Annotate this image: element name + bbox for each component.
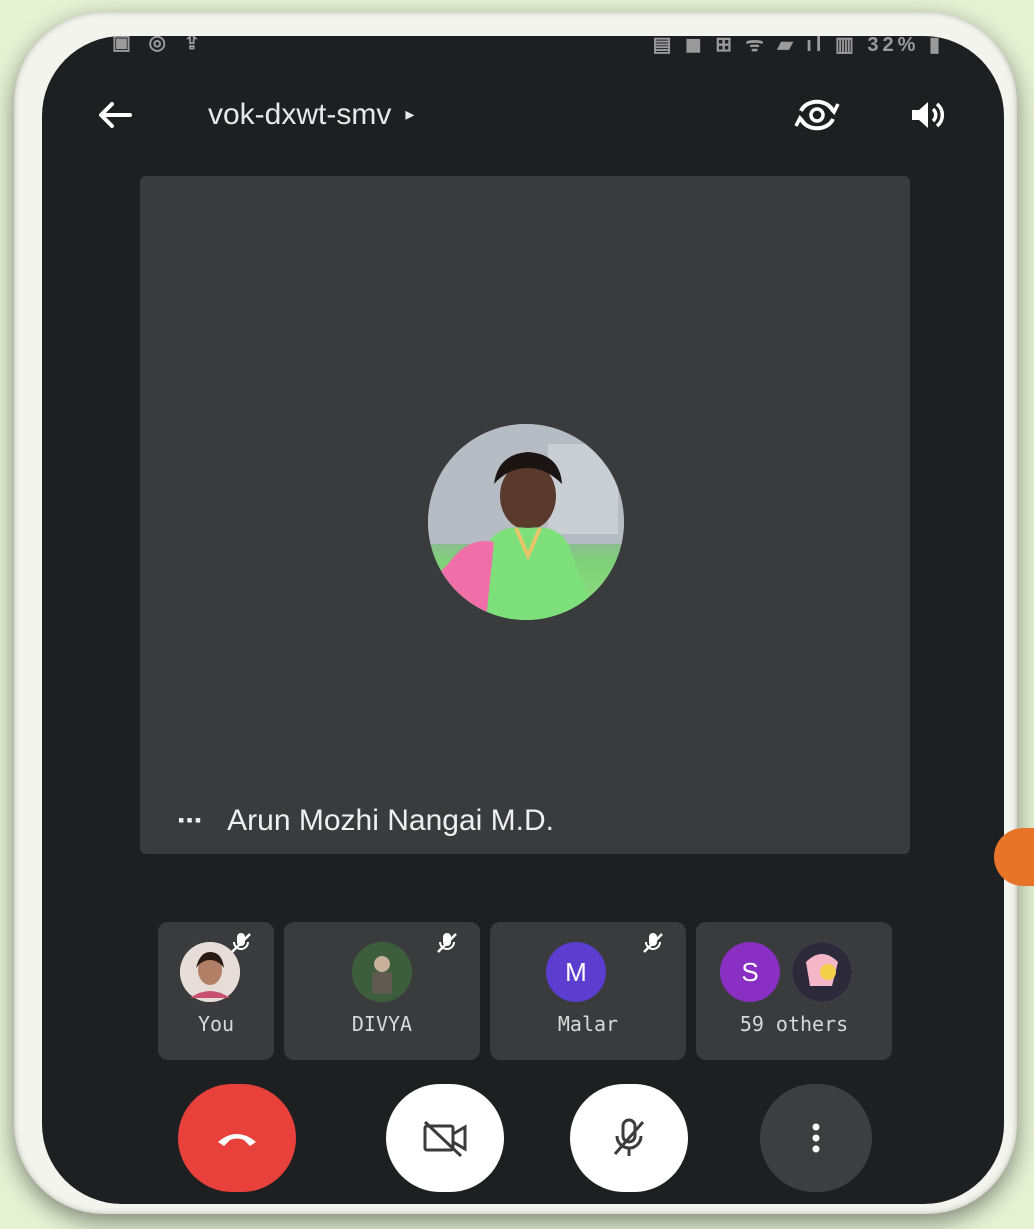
caret-right-icon: ▸	[405, 104, 415, 124]
phone-screen: ▣ ◎ ⇪ ▤ ◼ ⊞ ᯤ ▰ ıl ▥ 32% ▮ vok-dxwt-smv ▸	[42, 36, 1004, 1204]
meeting-code: vok-dxwt-smv	[208, 98, 392, 131]
status-right-icons: ▤ ◼ ⊞ ᯤ ▰ ıl ▥ 32% ▮	[652, 36, 944, 56]
speaker-avatar	[378, 424, 674, 620]
mic-off-icon	[613, 1118, 645, 1156]
mic-off-icon	[437, 933, 457, 953]
more-vert-icon	[812, 1123, 820, 1153]
switch-camera-button[interactable]	[790, 88, 844, 142]
back-arrow-icon	[99, 102, 132, 128]
mic-toggle-button[interactable]	[570, 1084, 688, 1192]
participant-label: You	[197, 1012, 235, 1036]
participant-label: Malar	[557, 1012, 619, 1036]
status-bar: ▣ ◎ ⇪ ▤ ◼ ⊞ ᯤ ▰ ıl ▥ 32% ▮	[42, 36, 1004, 66]
more-options-button[interactable]	[760, 1084, 872, 1192]
person-photo-icon	[428, 424, 624, 620]
camera-off-icon	[423, 1120, 467, 1158]
avatar-you	[180, 942, 240, 1002]
participant-label: DIVYA	[351, 1012, 413, 1036]
switch-camera-icon	[794, 99, 840, 131]
back-button[interactable]	[90, 90, 140, 140]
speaker-name: Arun Mozhi Nangai M.D.	[227, 804, 554, 837]
speaker-icon	[912, 102, 945, 128]
mic-off-icon	[643, 933, 663, 953]
participant-tile-others[interactable]: S 59 others	[696, 922, 892, 1060]
top-bar: vok-dxwt-smv ▸	[42, 86, 1004, 146]
speaker-photo	[428, 424, 624, 620]
speaker-name-label: ▪▪▪ Arun Mozhi Nangai M.D.	[178, 804, 554, 838]
participant-tile-you[interactable]: You	[158, 922, 274, 1060]
end-call-icon	[218, 1134, 256, 1146]
end-call-button[interactable]	[178, 1084, 296, 1192]
camera-toggle-button[interactable]	[386, 1084, 504, 1192]
status-left-icons: ▣ ◎ ⇪	[112, 36, 207, 54]
audio-level-icon: ▪▪▪	[178, 810, 204, 830]
call-controls	[42, 1084, 1004, 1194]
participant-strip: You DIVYA M Malar S 59 others	[158, 922, 898, 1060]
avatar-photo-other	[792, 942, 852, 1002]
meeting-code-button[interactable]: vok-dxwt-smv ▸	[208, 98, 414, 132]
participant-tile-malar[interactable]: M Malar	[490, 922, 686, 1060]
participant-tile-divya[interactable]: DIVYA	[284, 922, 480, 1060]
main-speaker-tile[interactable]: ▪▪▪ Arun Mozhi Nangai M.D.	[140, 176, 910, 854]
avatar-malar: M	[546, 942, 606, 1002]
avatar-s: S	[720, 942, 780, 1002]
avatar-divya	[352, 942, 412, 1002]
speaker-button[interactable]	[902, 90, 952, 140]
participant-label: 59 others	[739, 1012, 849, 1036]
